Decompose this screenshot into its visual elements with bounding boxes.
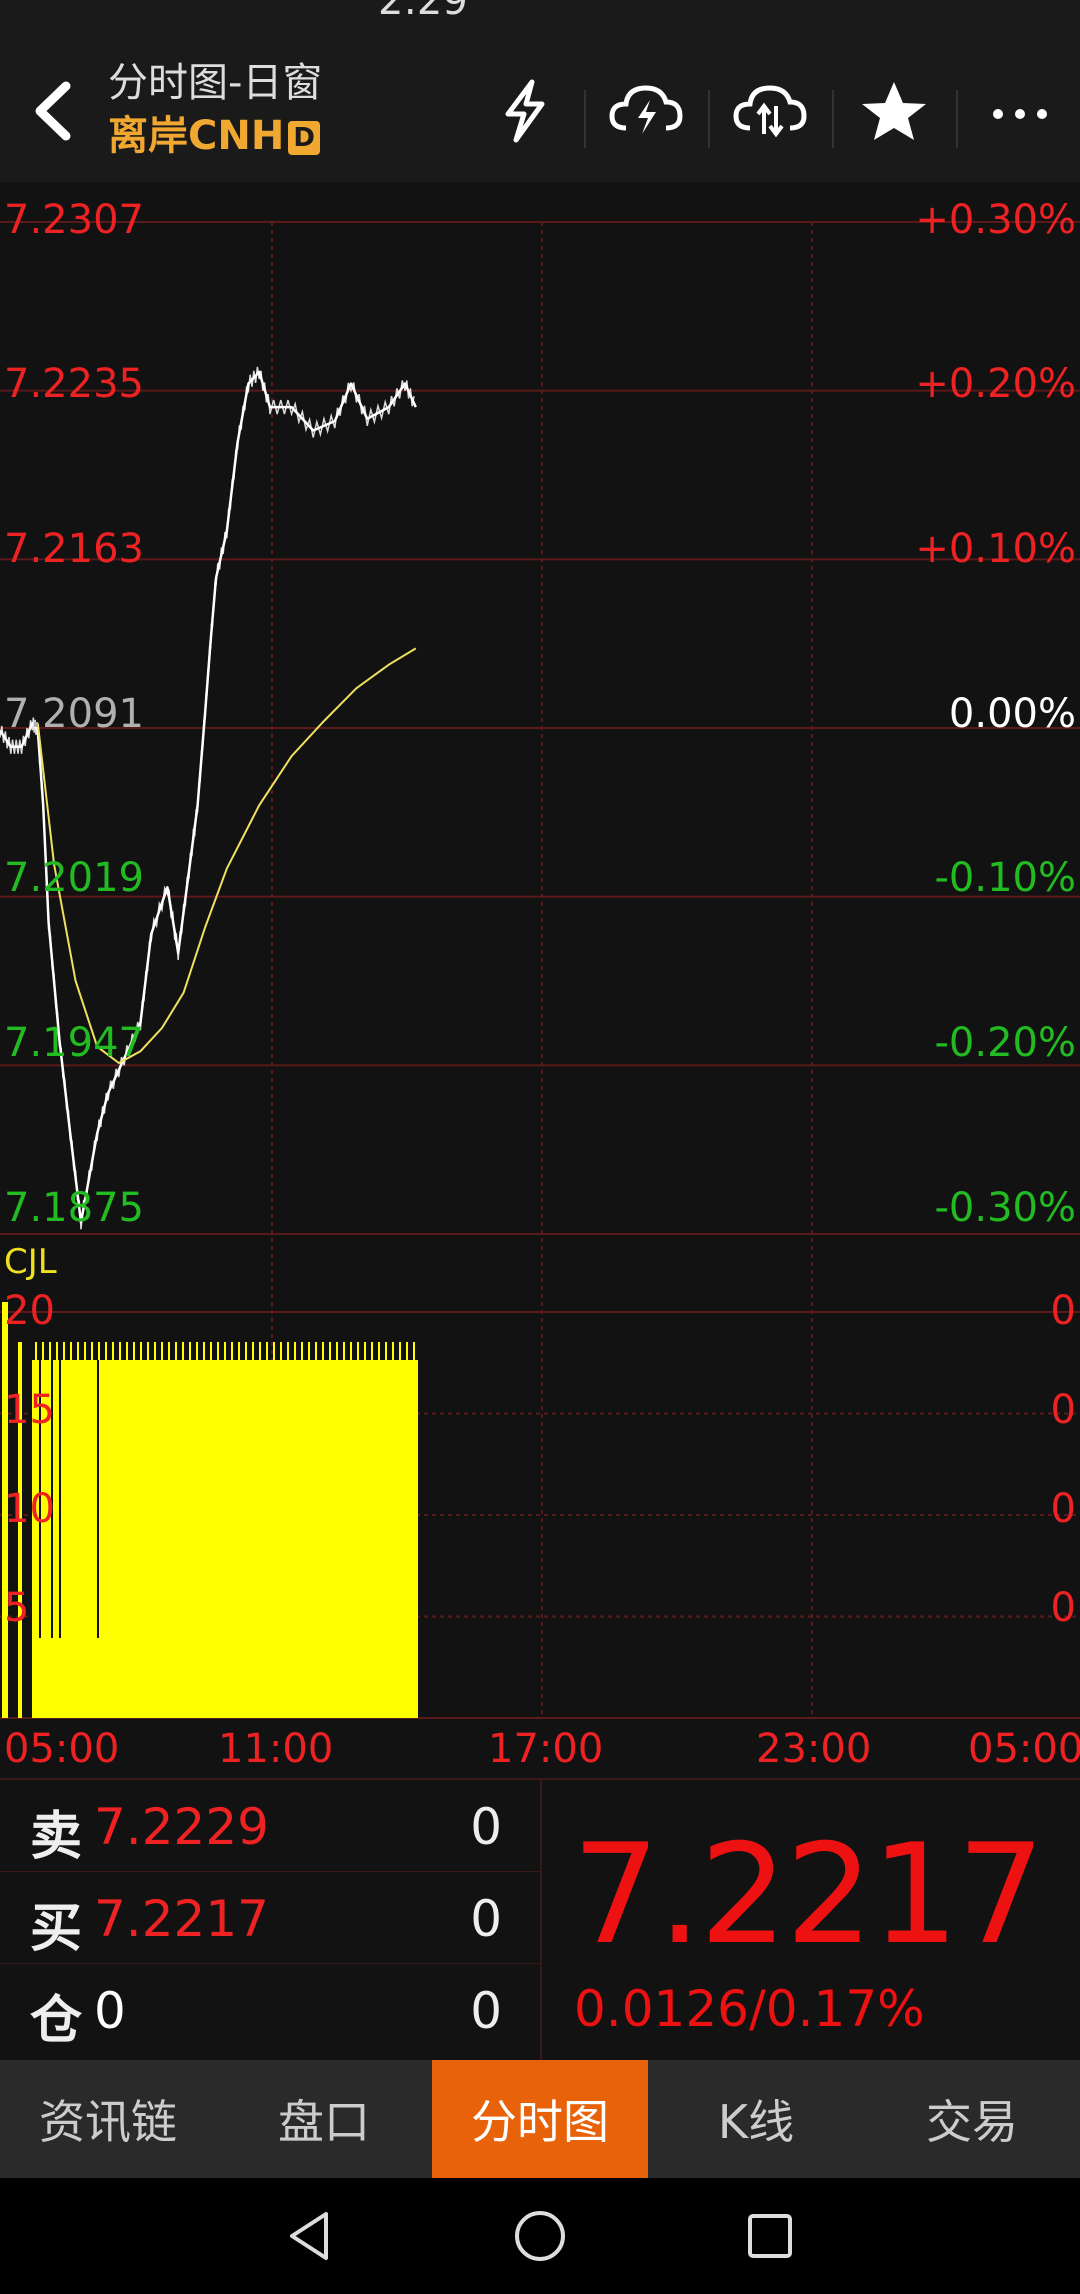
quote-divider (540, 1780, 542, 2062)
buy-volume: 0 (470, 1890, 502, 1948)
instrument-name: 离岸CNH D (108, 108, 322, 164)
sell-row: 卖 7.2229 0 (0, 1780, 540, 1872)
price-label: 7.2091 (4, 691, 144, 737)
time-label: 17:00 (488, 1726, 604, 1772)
buy-price: 7.2217 (94, 1890, 269, 1948)
volume-label: 20 (4, 1288, 55, 1334)
quote-panel: 卖 7.2229 0 买 7.2217 0 仓 0 0 7.2217 0.012… (0, 1778, 1080, 2062)
time-label: 05:00 (4, 1726, 120, 1772)
time-label: 05:00 (968, 1726, 1080, 1772)
pct-label: 0.00% (948, 691, 1076, 737)
tab-kline[interactable]: K线 (648, 2060, 864, 2178)
position-key: 仓 (30, 1991, 83, 2051)
price-label: 7.1947 (4, 1020, 144, 1066)
pct-label: +0.30% (915, 197, 1076, 243)
buy-row: 买 7.2217 0 (0, 1872, 540, 1964)
instrument-label: 离岸CNH (108, 113, 285, 159)
pct-label: -0.10% (934, 855, 1076, 901)
price-change: 0.0126/0.17% (574, 1980, 925, 2038)
volume-right-label: 0 (1050, 1585, 1076, 1631)
volume-title: CJL (4, 1242, 57, 1282)
system-nav-bar (0, 2178, 1080, 2294)
app-header: 分时图-日窗 离岸CNH D (0, 40, 1080, 182)
page-title: 分时图-日窗 (108, 60, 323, 106)
sell-key: 卖 (30, 1807, 83, 1867)
price-label: 7.2235 (4, 361, 144, 407)
back-icon[interactable] (20, 76, 90, 146)
tab-news-chain[interactable]: 资讯链 (0, 2060, 216, 2178)
price-label: 7.1875 (4, 1185, 144, 1231)
volume-label: 15 (4, 1387, 55, 1433)
pct-label: +0.20% (915, 361, 1076, 407)
cloud-upload-icon[interactable] (606, 76, 686, 146)
header-divider (708, 90, 710, 148)
header-divider (832, 90, 834, 148)
time-label: 23:00 (756, 1726, 872, 1772)
price-line-detail (0, 366, 415, 1230)
price-label: 7.2019 (4, 855, 144, 901)
back-triangle-icon[interactable] (280, 2206, 340, 2266)
recents-square-icon[interactable] (740, 2206, 800, 2266)
status-bar: 2:29 (0, 0, 1080, 40)
star-icon[interactable] (854, 76, 934, 146)
more-icon[interactable] (980, 76, 1060, 146)
volume-label: 5 (4, 1585, 30, 1631)
chart-canvas[interactable] (0, 182, 1080, 1778)
position-volume: 0 (470, 1982, 502, 2040)
d-badge: D (288, 121, 320, 155)
sell-volume: 0 (470, 1798, 502, 1856)
sell-price: 7.2229 (94, 1798, 269, 1856)
title-block: 分时图-日窗 离岸CNH D (108, 58, 322, 164)
header-divider (584, 90, 586, 148)
pct-label: -0.30% (934, 1185, 1076, 1231)
cloud-sync-icon[interactable] (730, 76, 810, 146)
volume-bars (32, 1360, 418, 1718)
pct-label: +0.10% (915, 526, 1076, 572)
buy-key: 买 (30, 1899, 83, 1959)
price-label: 7.2163 (4, 526, 144, 572)
volume-right-label: 0 (1050, 1486, 1076, 1532)
price-line (0, 370, 417, 1224)
tab-order-book[interactable]: 盘口 (216, 2060, 432, 2178)
last-price: 7.2217 (572, 1814, 1045, 1975)
intraday-chart[interactable]: 7.2307 7.2235 7.2163 7.2091 7.2019 7.194… (0, 182, 1080, 1778)
status-time: 2:29 (378, 0, 468, 24)
time-label: 11:00 (218, 1726, 334, 1772)
volume-label: 10 (4, 1486, 55, 1532)
header-divider (956, 90, 958, 148)
position-row: 仓 0 0 (0, 1964, 540, 2056)
home-circle-icon[interactable] (510, 2206, 570, 2266)
lightning-icon[interactable] (484, 76, 564, 146)
pct-label: -0.20% (934, 1020, 1076, 1066)
price-label: 7.2307 (4, 197, 144, 243)
volume-right-label: 0 (1050, 1387, 1076, 1433)
bottom-tab-bar: 资讯链 盘口 分时图 K线 交易 (0, 2060, 1080, 2178)
position-value: 0 (94, 1982, 126, 2040)
tab-intraday[interactable]: 分时图 (432, 2060, 648, 2178)
tab-trade[interactable]: 交易 (864, 2060, 1080, 2178)
volume-right-label: 0 (1050, 1288, 1076, 1334)
